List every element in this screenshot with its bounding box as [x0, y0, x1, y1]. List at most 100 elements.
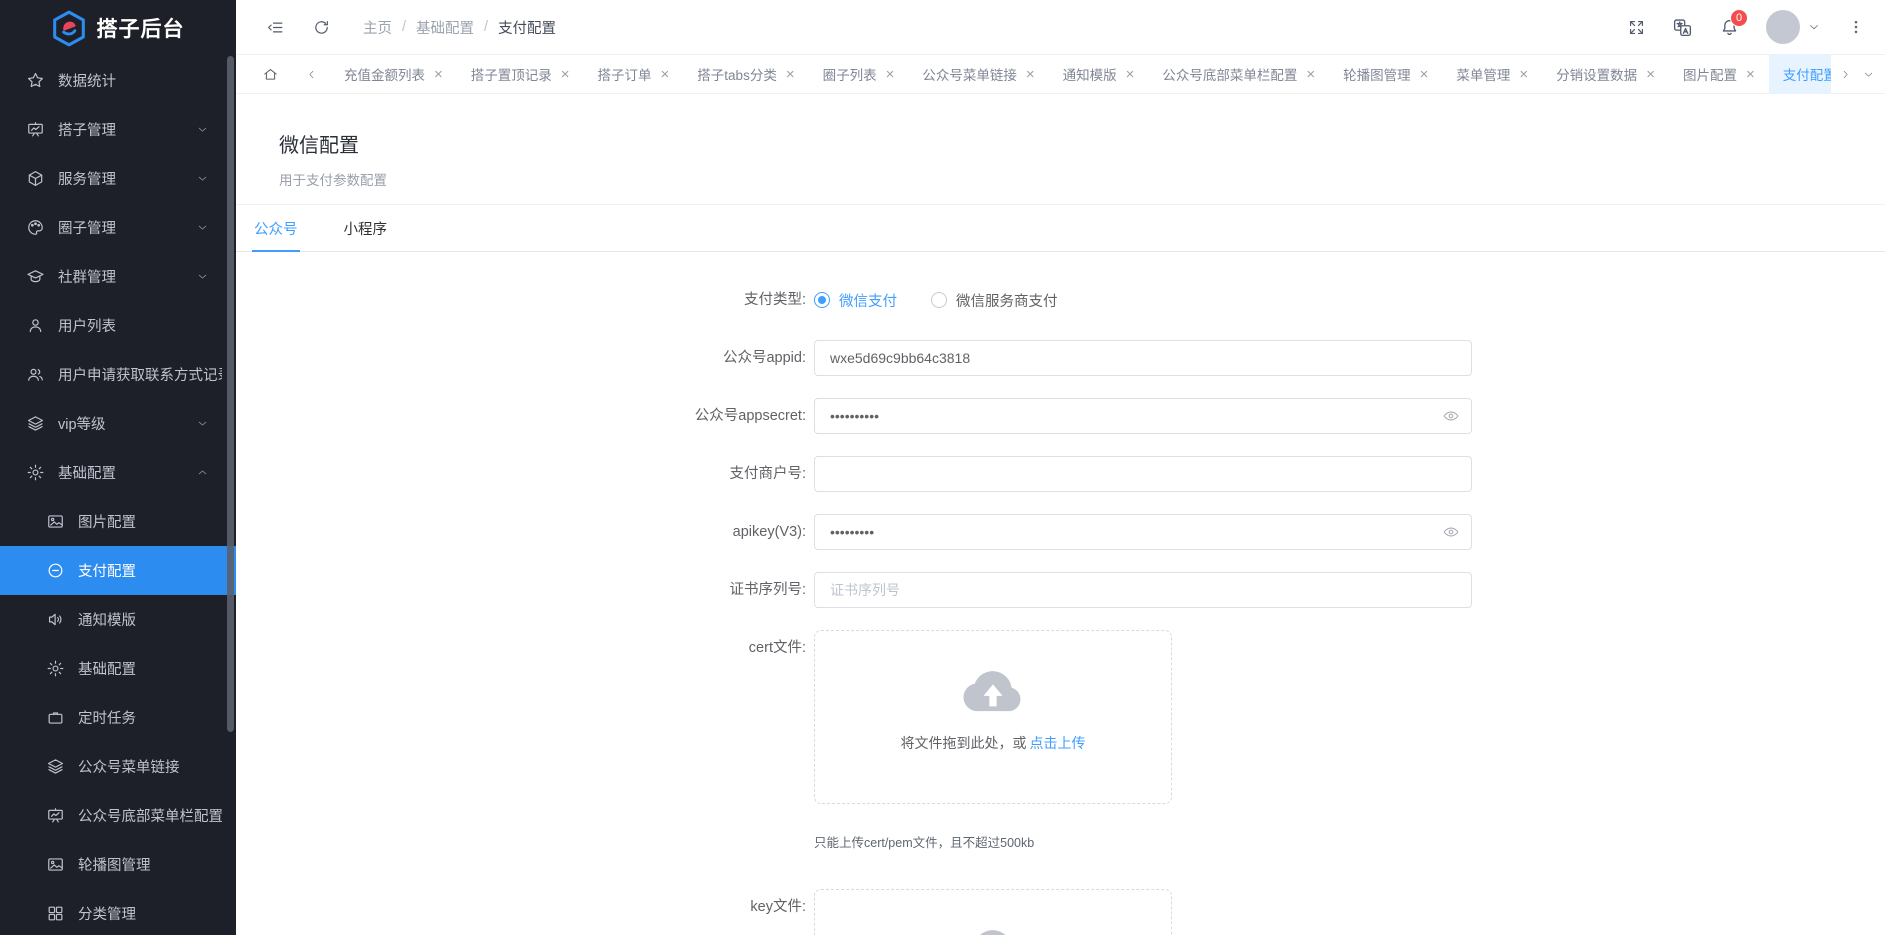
cert-upload-dropzone[interactable]: 将文件拖到此处，或点击上传 [814, 630, 1172, 804]
tab-close-icon[interactable]: × [886, 67, 895, 82]
tab-close-icon[interactable]: × [434, 67, 443, 82]
apikey-v3-label: apikey(V3): [236, 514, 806, 550]
route-tab[interactable]: 支付配置× [1769, 54, 1831, 94]
route-tab[interactable]: 通知模版× [1049, 54, 1149, 94]
language-icon[interactable] [1672, 17, 1693, 38]
key-upload-dropzone[interactable]: 将文件拖到此处，或点击上传 [814, 889, 1172, 935]
tab-close-icon[interactable]: × [786, 67, 795, 82]
tab-close-icon[interactable]: × [1126, 67, 1135, 82]
route-tab[interactable]: 搭子tabs分类× [683, 54, 808, 94]
radio-wechat-provider-pay[interactable]: 微信服务商支付 [931, 290, 1058, 311]
cert-click-upload-link[interactable]: 点击上传 [1030, 735, 1086, 751]
appid-input[interactable] [814, 340, 1472, 376]
user-menu[interactable] [1766, 10, 1821, 44]
breadcrumb-home[interactable]: 主页 [363, 17, 392, 38]
sidebar-item-banner-manage[interactable]: 轮播图管理 [0, 840, 236, 889]
sidebar-scrollbar-thumb[interactable] [227, 56, 234, 732]
route-tab-label: 公众号菜单链接 [922, 64, 1017, 84]
sidebar-item-label: 搭子管理 [58, 119, 116, 140]
route-tab[interactable]: 搭子订单× [584, 54, 684, 94]
more-options-icon[interactable] [1847, 18, 1865, 36]
appsecret-input[interactable] [814, 398, 1472, 434]
sidebar-item-cron-task[interactable]: 定时任务 [0, 693, 236, 742]
route-tab-label: 菜单管理 [1456, 64, 1510, 84]
tabs-menu-icon[interactable] [1862, 68, 1875, 81]
tab-close-icon[interactable]: × [1306, 67, 1315, 82]
sidebar-item-vip-level[interactable]: vip等级 [0, 399, 236, 448]
tab-close-icon[interactable]: × [1646, 67, 1655, 82]
cert-drop-text-row: 将文件拖到此处，或点击上传 [901, 733, 1086, 753]
sidebar-item-label: 轮播图管理 [78, 854, 151, 875]
tab-close-icon[interactable]: × [1420, 67, 1429, 82]
route-tab-label: 支付配置 [1783, 64, 1831, 84]
tab-close-icon[interactable]: × [561, 67, 570, 82]
merchant-id-row: 支付商户号: [236, 456, 1885, 492]
chevron-up-icon [196, 466, 209, 479]
route-tab[interactable]: 搭子置顶记录× [457, 54, 584, 94]
speaker-icon [46, 610, 65, 629]
route-tab[interactable]: 充值金额列表× [330, 54, 457, 94]
appsecret-input-wrap [814, 398, 1472, 434]
route-tab[interactable]: 公众号菜单链接 × [908, 54, 1048, 94]
merchant-id-input[interactable] [814, 456, 1472, 492]
sidebar-item-label: 社群管理 [58, 266, 116, 287]
briefcase-icon [46, 708, 65, 727]
sidebar-item-dazi-manage[interactable]: 搭子管理 [0, 105, 236, 154]
tab-close-icon[interactable]: × [1519, 67, 1528, 82]
sidebar-item-base-config[interactable]: 基础配置 [0, 448, 236, 497]
eye-icon[interactable] [1442, 407, 1460, 425]
user-menu-chevron-icon[interactable] [1807, 20, 1821, 34]
page-content: 微信配置 用于支付参数配置 公众号 小程序 支付类型: 微信支付 [236, 95, 1885, 935]
route-tab[interactable]: 分销设置数据× [1542, 54, 1669, 94]
key-file-label: key文件: [236, 889, 806, 925]
breadcrumb-base-config[interactable]: 基础配置 [416, 17, 474, 38]
tabs-scroll-left-icon[interactable] [305, 68, 318, 81]
logo[interactable]: 搭子后台 [0, 0, 236, 56]
tab-close-icon[interactable]: × [661, 67, 670, 82]
route-tab[interactable]: 公众号底部菜单栏配置× [1148, 54, 1329, 94]
board-icon [46, 806, 65, 825]
route-tab[interactable]: 圈子列表× [809, 54, 909, 94]
sidebar-item-community-manage[interactable]: 社群管理 [0, 252, 236, 301]
logo-hexagon-icon [52, 10, 86, 47]
appsecret-row: 公众号appsecret: [236, 398, 1885, 434]
sidebar-item-user-list[interactable]: 用户列表 [0, 301, 236, 350]
radio-unselected-icon[interactable] [931, 292, 947, 308]
tab-mini-program[interactable]: 小程序 [342, 205, 390, 251]
tab-close-icon[interactable]: × [1026, 67, 1035, 82]
cert-upload-row: cert文件: 将文件拖到此处，或点击上传 只能上传cert/pem文件，且不超… [236, 630, 1885, 851]
refresh-icon[interactable] [312, 18, 331, 37]
home-tab-icon[interactable] [262, 66, 279, 83]
fullscreen-icon[interactable] [1627, 18, 1646, 37]
radio-selected-icon[interactable] [814, 292, 830, 308]
sidebar-item-data-stats[interactable]: 数据统计 [0, 56, 236, 105]
apikey-v3-input[interactable] [814, 514, 1472, 550]
radio-wechat-pay[interactable]: 微信支付 [814, 290, 897, 311]
route-tab-label: 轮播图管理 [1343, 64, 1411, 84]
collapse-sidebar-icon[interactable] [266, 18, 285, 37]
sidebar-item-service-manage[interactable]: 服务管理 [0, 154, 236, 203]
sidebar-item-image-config[interactable]: 图片配置 [0, 497, 236, 546]
circle-minus-icon [46, 561, 65, 580]
tab-official-account[interactable]: 公众号 [252, 205, 300, 251]
notifications[interactable]: 0 [1719, 17, 1740, 38]
avatar[interactable] [1766, 10, 1800, 44]
route-tab[interactable]: 菜单管理 × [1442, 54, 1542, 94]
tabs-scroll-right-icon[interactable] [1839, 68, 1852, 81]
route-tab[interactable]: 轮播图管理 × [1329, 54, 1442, 94]
sidebar-item-notify-template[interactable]: 通知模版 [0, 595, 236, 644]
sidebar-item-mp-bottom-menu[interactable]: 公众号底部菜单栏配置 [0, 791, 236, 840]
sidebar-item-mp-menu-link[interactable]: 公众号菜单链接 [0, 742, 236, 791]
sidebar-item-base-config-sub[interactable]: 基础配置 [0, 644, 236, 693]
gear-icon [46, 659, 65, 678]
eye-icon[interactable] [1442, 523, 1460, 541]
tab-close-icon[interactable]: × [1746, 67, 1755, 82]
appsecret-label: 公众号appsecret: [236, 398, 806, 434]
sidebar-item-pay-config[interactable]: 支付配置 [0, 546, 236, 595]
sidebar-item-contact-records[interactable]: 用户申请获取联系方式记录 [0, 350, 236, 399]
sidebar-item-category-manage[interactable]: 分类管理 [0, 889, 236, 935]
cert-serial-input[interactable] [814, 572, 1472, 608]
sidebar-item-circle-manage[interactable]: 圈子管理 [0, 203, 236, 252]
route-tab[interactable]: 图片配置× [1669, 54, 1769, 94]
cert-serial-label: 证书序列号: [236, 572, 806, 608]
